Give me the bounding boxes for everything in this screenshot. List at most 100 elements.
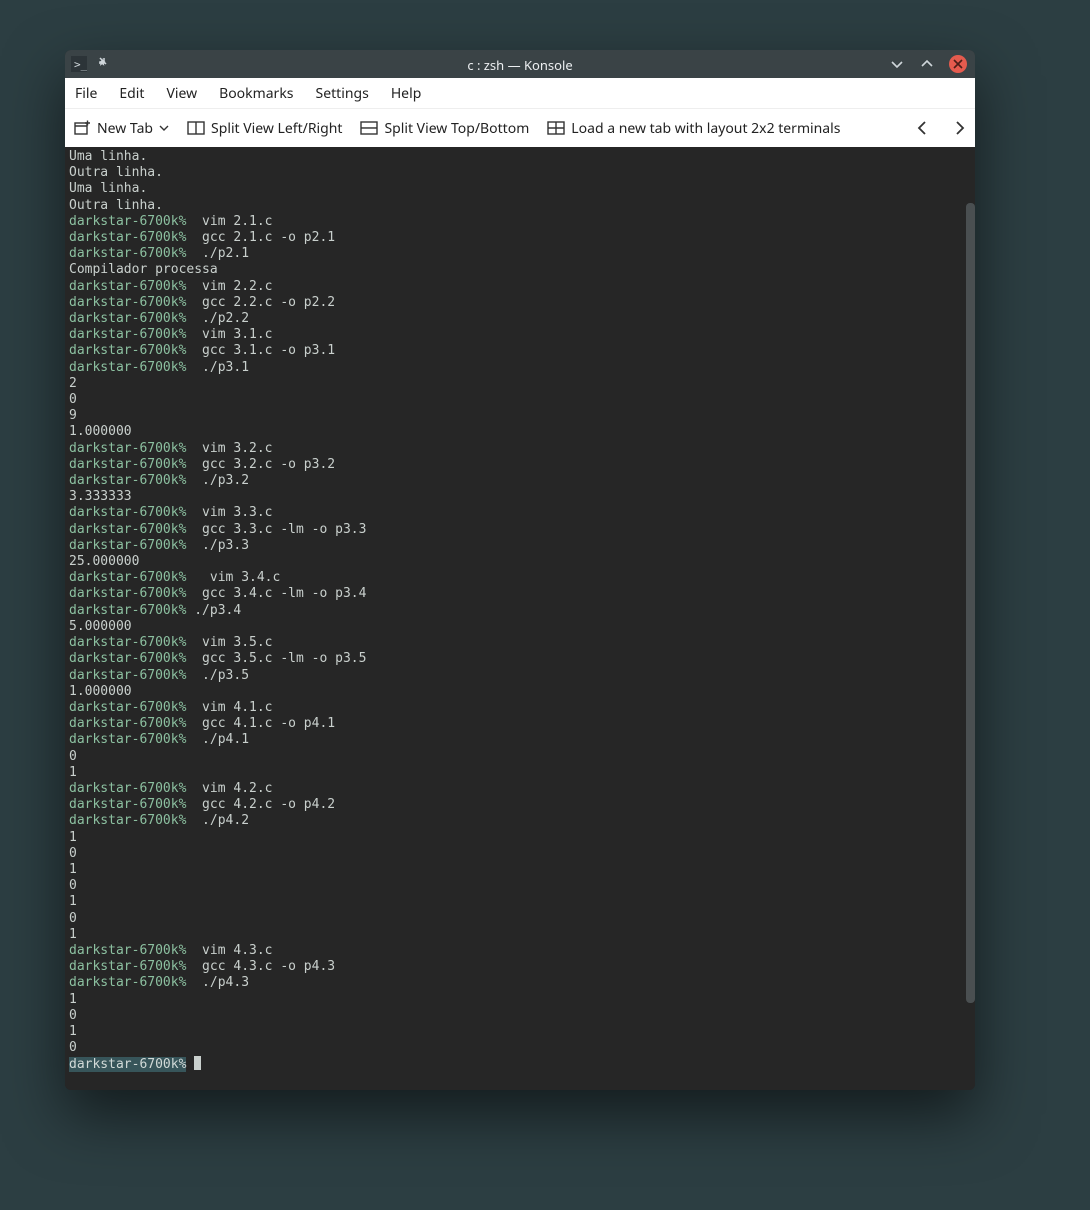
terminal-line-current[interactable]: darkstar-6700k% [69, 1056, 971, 1073]
scrollbar[interactable] [966, 203, 975, 1003]
terminal-line: darkstar-6700k% gcc 3.4.c -lm -o p3.4 [69, 586, 971, 602]
prompt: darkstar-6700k% [69, 343, 186, 358]
terminal-line: darkstar-6700k% vim 3.1.c [69, 327, 971, 343]
prompt: darkstar-6700k% [69, 732, 186, 747]
prompt: darkstar-6700k% [69, 246, 186, 261]
terminal-line: darkstar-6700k% gcc 3.5.c -lm -o p3.5 [69, 651, 971, 667]
terminal-line: darkstar-6700k% ./p3.2 [69, 473, 971, 489]
terminal-line: 0 [69, 392, 971, 408]
split-tb-icon [360, 119, 378, 137]
terminal-line: 3.333333 [69, 489, 971, 505]
prompt: darkstar-6700k% [69, 522, 186, 537]
menu-view[interactable]: View [166, 84, 197, 103]
split-left-right-button[interactable]: Split View Left/Right [187, 119, 342, 138]
terminal-line: 1 [69, 765, 971, 781]
titlebar[interactable]: >_ c : zsh — Konsole [65, 50, 975, 78]
menu-file[interactable]: File [75, 84, 97, 103]
terminal-line: darkstar-6700k% gcc 3.3.c -lm -o p3.3 [69, 522, 971, 538]
prompt: darkstar-6700k% [69, 586, 186, 601]
terminal-line: darkstar-6700k% gcc 4.1.c -o p4.1 [69, 716, 971, 732]
minimize-button[interactable] [889, 56, 905, 72]
terminal-line: darkstar-6700k% ./p2.1 [69, 246, 971, 262]
terminal-line: Outra linha. [69, 198, 971, 214]
prompt: darkstar-6700k% [69, 651, 186, 666]
terminal-line: 2 [69, 376, 971, 392]
terminal-line: darkstar-6700k% vim 3.4.c [69, 570, 971, 586]
terminal-line: 0 [69, 911, 971, 927]
nav-back-button[interactable] [915, 120, 931, 136]
cursor [194, 1056, 201, 1070]
terminal-line: darkstar-6700k% vim 3.5.c [69, 635, 971, 651]
terminal-line: darkstar-6700k% vim 3.2.c [69, 441, 971, 457]
terminal-line: darkstar-6700k% ./p3.1 [69, 360, 971, 376]
terminal-line: darkstar-6700k% vim 2.2.c [69, 279, 971, 295]
menu-edit[interactable]: Edit [119, 84, 144, 103]
prompt: darkstar-6700k% [69, 327, 186, 342]
menu-settings[interactable]: Settings [316, 84, 369, 103]
window-title: c : zsh — Konsole [65, 56, 975, 74]
terminal-line: darkstar-6700k% ./p2.2 [69, 311, 971, 327]
terminal-line: darkstar-6700k% ./p3.3 [69, 538, 971, 554]
menu-help[interactable]: Help [391, 84, 422, 103]
prompt: darkstar-6700k% [69, 700, 186, 715]
terminal-line: Uma linha. [69, 181, 971, 197]
terminal-line: 5.000000 [69, 619, 971, 635]
split-top-bottom-button[interactable]: Split View Top/Bottom [360, 119, 529, 138]
terminal-line: darkstar-6700k% gcc 2.2.c -o p2.2 [69, 295, 971, 311]
konsole-window: >_ c : zsh — Konsole File [65, 50, 975, 1090]
prompt: darkstar-6700k% [69, 473, 186, 488]
terminal-line: darkstar-6700k% gcc 3.1.c -o p3.1 [69, 343, 971, 359]
terminal-line: 1 [69, 1024, 971, 1040]
load-layout-button[interactable]: Load a new tab with layout 2x2 terminals [547, 119, 840, 138]
terminal-line: darkstar-6700k% vim 4.2.c [69, 781, 971, 797]
terminal-line: darkstar-6700k% gcc 4.2.c -o p4.2 [69, 797, 971, 813]
terminal-line: 0 [69, 1008, 971, 1024]
terminal-line: 25.000000 [69, 554, 971, 570]
new-tab-icon [73, 119, 91, 137]
terminal-line: 1 [69, 862, 971, 878]
terminal-line: darkstar-6700k% ./p4.1 [69, 732, 971, 748]
toolbar: New Tab Split View Left/Right Split View… [65, 108, 975, 147]
new-tab-button[interactable]: New Tab [73, 119, 169, 138]
load-layout-label: Load a new tab with layout 2x2 terminals [571, 119, 840, 138]
terminal-line: darkstar-6700k% ./p4.3 [69, 975, 971, 991]
new-tab-label: New Tab [97, 119, 153, 138]
prompt: darkstar-6700k% [69, 214, 186, 229]
terminal-line: 0 [69, 846, 971, 862]
terminal-line: 1 [69, 992, 971, 1008]
menubar: File Edit View Bookmarks Settings Help [65, 78, 975, 108]
prompt: darkstar-6700k% [69, 943, 186, 958]
chevron-down-icon[interactable] [159, 119, 169, 137]
prompt: darkstar-6700k% [69, 1057, 186, 1072]
terminal-line: darkstar-6700k% ./p4.2 [69, 813, 971, 829]
prompt: darkstar-6700k% [69, 457, 186, 472]
prompt: darkstar-6700k% [69, 813, 186, 828]
terminal-line: darkstar-6700k% gcc 3.2.c -o p3.2 [69, 457, 971, 473]
terminal-line: 1.000000 [69, 424, 971, 440]
prompt: darkstar-6700k% [69, 311, 186, 326]
prompt: darkstar-6700k% [69, 603, 186, 618]
terminal-line: 0 [69, 1040, 971, 1056]
terminal-line: Outra linha. [69, 165, 971, 181]
prompt: darkstar-6700k% [69, 279, 186, 294]
prompt: darkstar-6700k% [69, 668, 186, 683]
terminal-line: 1 [69, 894, 971, 910]
terminal-line: darkstar-6700k% vim 4.1.c [69, 700, 971, 716]
terminal-line: 0 [69, 749, 971, 765]
maximize-button[interactable] [919, 56, 935, 72]
prompt: darkstar-6700k% [69, 360, 186, 375]
prompt: darkstar-6700k% [69, 230, 186, 245]
terminal-pane[interactable]: Uma linha.Outra linha.Uma linha.Outra li… [65, 147, 975, 1090]
menu-bookmarks[interactable]: Bookmarks [219, 84, 293, 103]
nav-forward-button[interactable] [951, 120, 967, 136]
pin-icon[interactable] [95, 56, 111, 72]
prompt: darkstar-6700k% [69, 975, 186, 990]
close-button[interactable] [949, 55, 967, 73]
split-lr-icon [187, 119, 205, 137]
split-tb-label: Split View Top/Bottom [384, 119, 529, 138]
prompt: darkstar-6700k% [69, 295, 186, 310]
prompt: darkstar-6700k% [69, 570, 186, 585]
terminal-line: 0 [69, 878, 971, 894]
terminal-line: 1 [69, 830, 971, 846]
terminal-line: 9 [69, 408, 971, 424]
